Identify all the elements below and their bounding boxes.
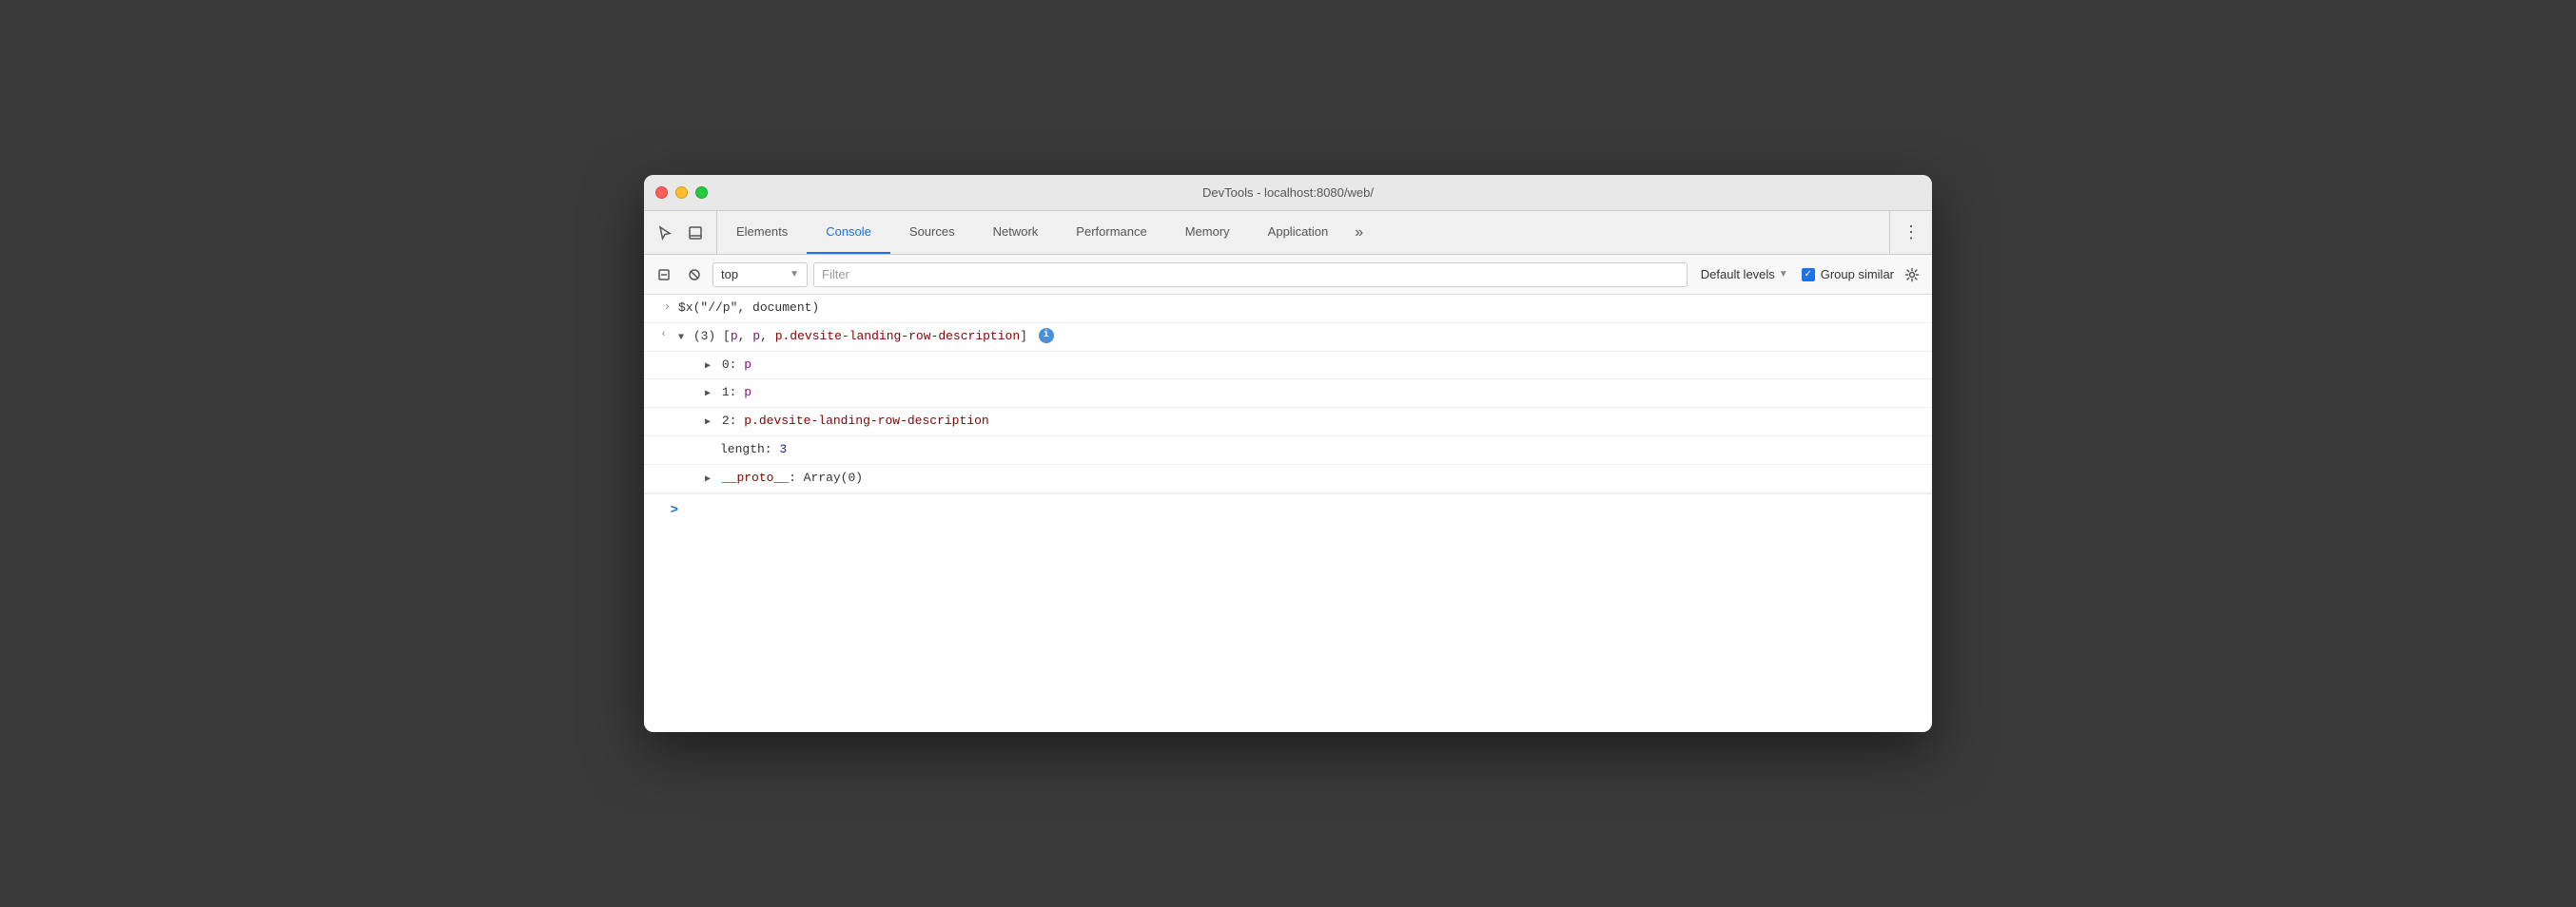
group-similar-label: Group similar (1821, 267, 1894, 281)
console-prompt-line[interactable]: > (644, 493, 1932, 527)
filter-input[interactable] (813, 262, 1688, 287)
array-count: (3) [ (693, 329, 731, 343)
array-item-line-0: ▶ 0: p (644, 352, 1932, 380)
console-content: › $x("//p", document) ‹ ▼ (3) [p, p, p.d… (644, 295, 1932, 732)
group-similar-checkbox[interactable]: ✓ (1802, 268, 1815, 281)
tab-console[interactable]: Console (807, 211, 890, 254)
prompt-arrow-icon: › (664, 299, 671, 317)
array-item-line-1: ▶ 1: p (644, 379, 1932, 408)
item-2-index: 2: (722, 414, 744, 428)
tab-sources[interactable]: Sources (890, 211, 974, 254)
info-badge-icon: i (1039, 328, 1054, 343)
clear-console-button[interactable] (652, 262, 676, 287)
tab-network[interactable]: Network (974, 211, 1058, 254)
title-bar: DevTools - localhost:8080/web/ (644, 175, 1932, 211)
expand-tri-2-icon[interactable]: ▶ (705, 417, 711, 428)
proto-sep: : Array(0) (789, 471, 863, 485)
console-toolbar: top ▼ Default levels ▼ ✓ Group similar (644, 255, 1932, 295)
array-item-1: p (752, 329, 760, 343)
tab-bar-end: ⋮ (1889, 211, 1932, 254)
window-title: DevTools - localhost:8080/web/ (1202, 185, 1374, 200)
input-content: $x("//p", document) (678, 299, 1924, 318)
item-1-index: 1: (722, 385, 744, 399)
log-levels-button[interactable]: Default levels ▼ (1693, 264, 1796, 284)
context-selector[interactable]: top ▼ (712, 262, 808, 287)
group-similar-toggle[interactable]: ✓ Group similar (1802, 267, 1894, 281)
item-0-content: ▶ 0: p (705, 356, 1924, 376)
array-item-2: p.devsite-landing-row-description (775, 329, 1020, 343)
back-arrow-icon: ‹ (660, 327, 667, 344)
devtools-menu-button[interactable]: ⋮ (1898, 220, 1924, 246)
maximize-button[interactable] (695, 186, 708, 199)
console-prompt-icon: > (671, 500, 678, 521)
proto-key: __proto__ (722, 471, 789, 485)
array-close: ] (1020, 329, 1027, 343)
tab-elements[interactable]: Elements (717, 211, 807, 254)
output-gutter: ‹ (644, 327, 678, 344)
proto-line: ▶ __proto__: Array(0) (644, 465, 1932, 493)
block-icon[interactable] (682, 262, 707, 287)
item-2-value: p.devsite-landing-row-description (744, 414, 988, 428)
close-button[interactable] (655, 186, 668, 199)
array-item-0: p (731, 329, 738, 343)
array-sep-0: , (738, 329, 753, 343)
more-tabs-button[interactable]: » (1347, 211, 1371, 254)
length-key: length: (720, 442, 779, 456)
tabs: Elements Console Sources Network Perform… (717, 211, 1889, 254)
array-item-line-2: ▶ 2: p.devsite-landing-row-description (644, 408, 1932, 436)
devtools-window: DevTools - localhost:8080/web/ Elements … (644, 175, 1932, 732)
length-content: length: 3 (720, 440, 1924, 460)
context-selector-arrow: ▼ (790, 269, 799, 280)
console-settings-button[interactable] (1900, 262, 1924, 287)
tab-memory[interactable]: Memory (1166, 211, 1249, 254)
tab-bar: Elements Console Sources Network Perform… (644, 211, 1932, 255)
levels-label: Default levels (1701, 267, 1775, 281)
item-0-index: 0: (722, 357, 744, 372)
tab-application[interactable]: Application (1249, 211, 1348, 254)
length-value: 3 (779, 442, 787, 456)
context-value: top (721, 267, 738, 281)
expand-tri-0-icon[interactable]: ▶ (705, 361, 711, 372)
cursor-icon[interactable] (652, 220, 678, 246)
output-content: ▼ (3) [p, p, p.devsite-landing-row-descr… (678, 327, 1924, 347)
proto-content: ▶ __proto__: Array(0) (705, 469, 1924, 489)
expand-tri-1-icon[interactable]: ▶ (705, 389, 711, 399)
minimize-button[interactable] (675, 186, 688, 199)
traffic-lights (655, 186, 708, 199)
tab-performance[interactable]: Performance (1057, 211, 1165, 254)
input-code: $x("//p", document) (678, 300, 819, 315)
dock-icon[interactable] (682, 220, 709, 246)
item-1-value: p (744, 385, 751, 399)
tab-bar-icons (644, 211, 717, 254)
item-2-content: ▶ 2: p.devsite-landing-row-description (705, 412, 1924, 432)
length-line: length: 3 (644, 436, 1932, 465)
levels-arrow-icon: ▼ (1779, 269, 1788, 280)
item-0-value: p (744, 357, 751, 372)
collapse-arrow-icon[interactable]: ▼ (678, 333, 684, 343)
console-output[interactable]: › $x("//p", document) ‹ ▼ (3) [p, p, p.d… (644, 295, 1932, 732)
console-input-line: › $x("//p", document) (644, 295, 1932, 323)
item-1-content: ▶ 1: p (705, 383, 1924, 403)
input-gutter: › (644, 299, 678, 317)
array-sep-1: , (760, 329, 775, 343)
proto-expand-icon[interactable]: ▶ (705, 474, 711, 485)
console-output-line: ‹ ▼ (3) [p, p, p.devsite-landing-row-des… (644, 323, 1932, 352)
